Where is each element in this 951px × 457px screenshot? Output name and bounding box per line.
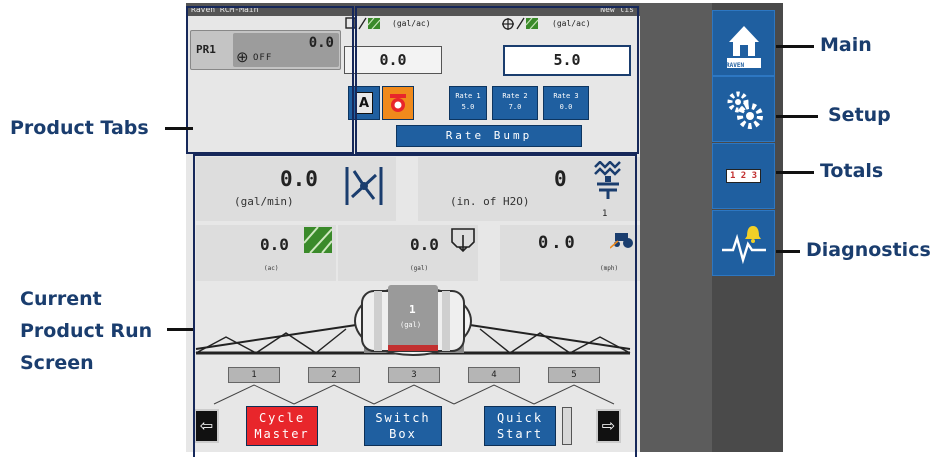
callout-main: Main <box>820 34 872 56</box>
screen-gap <box>640 3 712 452</box>
leader-current-run <box>167 328 193 331</box>
product-run-outline <box>193 154 637 457</box>
callout-diagnostics: Diagnostics <box>806 239 931 261</box>
leader-main <box>776 45 814 48</box>
leader-setup <box>776 115 818 118</box>
diagnostics-nav-button[interactable] <box>712 210 775 276</box>
main-nav-button[interactable]: RAVEN <box>712 10 775 76</box>
callout-setup: Setup <box>828 104 891 126</box>
callout-product-tabs: Product Tabs <box>10 117 149 139</box>
annotated-screenshot: Raven RCM-Main New lis PR1 0.0 ⊕ OFF (ga… <box>0 0 951 457</box>
callout-current-run-line3: Screen <box>20 352 94 374</box>
gear-icon <box>727 91 763 129</box>
rate-control-outline <box>355 6 639 154</box>
totals-icon: 1 2 3 <box>725 169 762 183</box>
callout-totals: Totals <box>820 160 884 182</box>
leader-diagnostics <box>776 250 800 253</box>
product-tabs-outline <box>186 6 354 154</box>
diagnostics-bell-icon <box>721 226 766 265</box>
callout-current-run-line2: Product Run <box>20 320 153 342</box>
totals-nav-button[interactable]: 1 2 3 <box>712 143 775 209</box>
leader-totals <box>776 171 814 174</box>
raven-badge: RAVEN <box>726 62 745 69</box>
callout-current-run-line1: Current <box>20 288 102 310</box>
leader-product-tabs <box>165 127 193 130</box>
setup-nav-button[interactable] <box>712 76 775 142</box>
